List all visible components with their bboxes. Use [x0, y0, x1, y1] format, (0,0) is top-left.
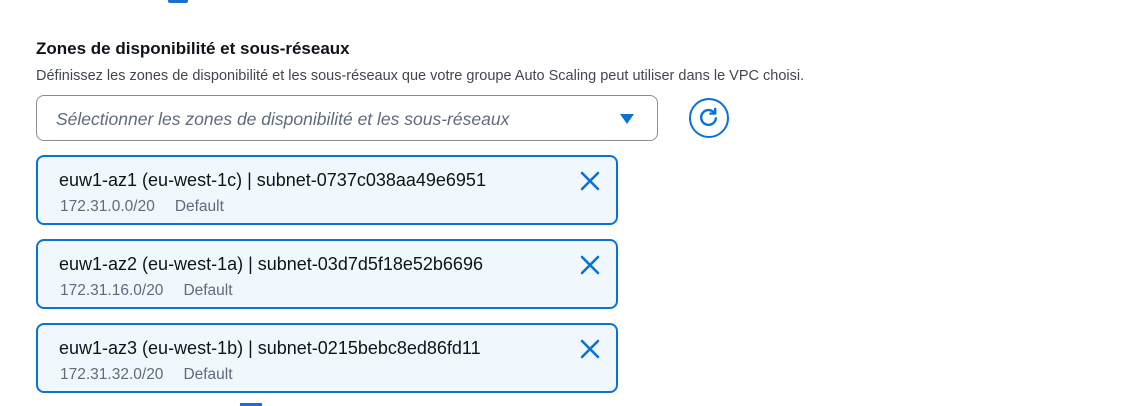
- selected-subnet-token: euw1-az3 (eu-west-1b) | subnet-0215bebc8…: [36, 323, 618, 393]
- subnet-cidr: 172.31.32.0/20: [60, 366, 164, 383]
- field-description: Définissez les zones de disponibilité et…: [36, 68, 805, 84]
- close-icon: [580, 171, 600, 191]
- subnet-tag: Default: [183, 282, 233, 299]
- subnet-tag: Default: [183, 366, 233, 383]
- subnet-cidr: 172.31.16.0/20: [60, 282, 164, 299]
- subnet-token-details: 172.31.32.0/20 Default: [60, 365, 233, 385]
- subnet-token-label: euw1-az2 (eu-west-1a) | subnet-03d7d5f18…: [59, 254, 483, 274]
- field-label: Zones de disponibilité et sous-réseaux: [36, 39, 350, 58]
- remove-subnet-button[interactable]: [578, 337, 602, 361]
- refresh-icon: [699, 107, 718, 127]
- remove-subnet-button[interactable]: [578, 169, 602, 193]
- selected-subnet-token: euw1-az2 (eu-west-1a) | subnet-03d7d5f18…: [36, 239, 618, 309]
- close-icon: [580, 255, 600, 275]
- close-icon: [580, 339, 600, 359]
- subnet-token-label: euw1-az1 (eu-west-1c) | subnet-0737c038a…: [59, 170, 486, 190]
- subnet-cidr: 172.31.0.0/20: [60, 198, 155, 215]
- subnet-token-label: euw1-az3 (eu-west-1b) | subnet-0215bebc8…: [59, 338, 481, 358]
- caret-down-icon: [620, 114, 634, 124]
- refresh-button[interactable]: [689, 98, 729, 138]
- selected-subnet-token: euw1-az1 (eu-west-1c) | subnet-0737c038a…: [36, 155, 618, 225]
- select-placeholder: Sélectionner les zones de disponibilité …: [56, 109, 510, 129]
- top-focus-indicator: [168, 0, 188, 3]
- subnet-multiselect[interactable]: Sélectionner les zones de disponibilité …: [36, 95, 658, 141]
- subnet-token-details: 172.31.16.0/20 Default: [60, 281, 233, 301]
- remove-subnet-button[interactable]: [578, 253, 602, 277]
- subnet-tag: Default: [174, 198, 224, 215]
- subnet-token-details: 172.31.0.0/20 Default: [60, 197, 224, 217]
